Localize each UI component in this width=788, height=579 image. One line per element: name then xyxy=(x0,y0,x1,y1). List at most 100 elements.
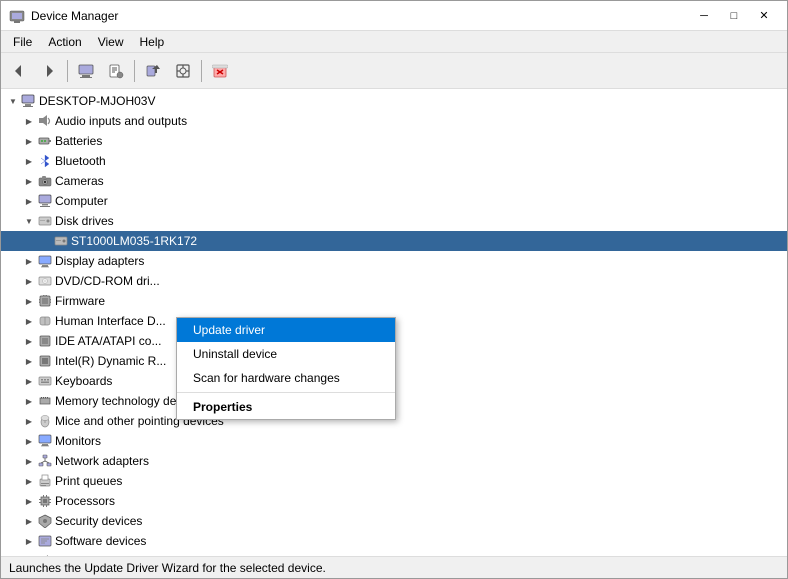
tree-item-network[interactable]: Network adapters xyxy=(1,451,787,471)
print-label: Print queues xyxy=(55,474,122,488)
security-arrow[interactable] xyxy=(21,513,37,529)
toolbar-separator-3 xyxy=(201,60,202,82)
batteries-label: Batteries xyxy=(55,134,102,148)
tree-root[interactable]: DESKTOP-MJOH03V xyxy=(1,91,787,111)
firmware-label: Firmware xyxy=(55,294,105,308)
disk-drives-icon xyxy=(37,213,53,229)
dvd-label: DVD/CD-ROM dri... xyxy=(55,274,160,288)
scan-hardware-toolbar-button[interactable] xyxy=(169,57,197,85)
tree-item-firmware[interactable]: Firmware xyxy=(1,291,787,311)
tree-item-sound[interactable]: Sound, video and game controllers xyxy=(1,551,787,556)
display-arrow[interactable] xyxy=(21,253,37,269)
status-text: Launches the Update Driver Wizard for th… xyxy=(9,561,326,575)
monitors-arrow[interactable] xyxy=(21,433,37,449)
software-arrow[interactable] xyxy=(21,533,37,549)
tree-item-dvd[interactable]: DVD/CD-ROM dri... xyxy=(1,271,787,291)
keyboards-arrow[interactable] xyxy=(21,373,37,389)
monitors-icon xyxy=(37,433,53,449)
sound-icon xyxy=(37,553,53,556)
firmware-arrow[interactable] xyxy=(21,293,37,309)
tree-item-processors[interactable]: Processors xyxy=(1,491,787,511)
ide-icon xyxy=(37,333,53,349)
main-content: DESKTOP-MJOH03V Audio inputs and outputs xyxy=(1,89,787,556)
properties-button[interactable] xyxy=(102,57,130,85)
minimize-button[interactable]: ─ xyxy=(689,6,719,26)
root-expand-arrow[interactable] xyxy=(5,93,21,109)
intel-arrow[interactable] xyxy=(21,353,37,369)
network-arrow[interactable] xyxy=(21,453,37,469)
maximize-button[interactable]: □ xyxy=(719,6,749,26)
ide-label: IDE ATA/ATAPI co... xyxy=(55,334,161,348)
tree-item-bluetooth[interactable]: Bluetooth xyxy=(1,151,787,171)
memory-arrow[interactable] xyxy=(21,393,37,409)
menu-help[interactable]: Help xyxy=(132,33,173,51)
tree-item-cameras[interactable]: Cameras xyxy=(1,171,787,191)
computer-button[interactable] xyxy=(72,57,100,85)
hid-label: Human Interface D... xyxy=(55,314,166,328)
tree-item-monitors[interactable]: Monitors xyxy=(1,431,787,451)
cameras-arrow[interactable] xyxy=(21,173,37,189)
menu-file[interactable]: File xyxy=(5,33,40,51)
print-icon xyxy=(37,473,53,489)
batteries-icon xyxy=(37,133,53,149)
display-icon xyxy=(37,253,53,269)
tree-item-st1000[interactable]: ST1000LM035-1RK172 xyxy=(1,231,787,251)
sound-arrow[interactable] xyxy=(21,553,37,556)
security-label: Security devices xyxy=(55,514,142,528)
tree-item-batteries[interactable]: Batteries xyxy=(1,131,787,151)
disk-drives-arrow[interactable] xyxy=(21,213,37,229)
ctx-update-driver[interactable]: Update driver xyxy=(177,318,395,342)
processors-arrow[interactable] xyxy=(21,493,37,509)
cameras-icon xyxy=(37,173,53,189)
toolbar-separator-2 xyxy=(134,60,135,82)
intel-icon xyxy=(37,353,53,369)
update-driver-toolbar-button[interactable] xyxy=(139,57,167,85)
back-button[interactable] xyxy=(5,57,33,85)
dvd-arrow[interactable] xyxy=(21,273,37,289)
tree-item-display[interactable]: Display adapters xyxy=(1,251,787,271)
toolbar xyxy=(1,53,787,89)
disk-drives-label: Disk drives xyxy=(55,214,114,228)
network-icon xyxy=(37,453,53,469)
ctx-uninstall-device[interactable]: Uninstall device xyxy=(177,342,395,366)
bluetooth-arrow[interactable] xyxy=(21,153,37,169)
processors-label: Processors xyxy=(55,494,115,508)
tree-item-software[interactable]: Software devices xyxy=(1,531,787,551)
tree-view[interactable]: DESKTOP-MJOH03V Audio inputs and outputs xyxy=(1,89,787,556)
tree-item-audio[interactable]: Audio inputs and outputs xyxy=(1,111,787,131)
ctx-scan-label: Scan for hardware changes xyxy=(193,371,340,385)
close-button[interactable]: ✕ xyxy=(749,6,779,26)
st1000-icon xyxy=(53,233,69,249)
security-icon xyxy=(37,513,53,529)
menu-bar: File Action View Help xyxy=(1,31,787,53)
tree-item-security[interactable]: Security devices xyxy=(1,511,787,531)
root-computer-icon xyxy=(21,93,37,109)
tree-item-computer[interactable]: Computer xyxy=(1,191,787,211)
ctx-uninstall-label: Uninstall device xyxy=(193,347,277,361)
batteries-arrow[interactable] xyxy=(21,133,37,149)
title-bar: Device Manager ─ □ ✕ xyxy=(1,1,787,31)
print-arrow[interactable] xyxy=(21,473,37,489)
ide-arrow[interactable] xyxy=(21,333,37,349)
root-label: DESKTOP-MJOH03V xyxy=(39,94,155,108)
processors-icon xyxy=(37,493,53,509)
audio-arrow[interactable] xyxy=(21,113,37,129)
mice-arrow[interactable] xyxy=(21,413,37,429)
toolbar-separator-1 xyxy=(67,60,68,82)
cameras-label: Cameras xyxy=(55,174,104,188)
uninstall-toolbar-button[interactable] xyxy=(206,57,234,85)
computer-arrow[interactable] xyxy=(21,193,37,209)
status-bar: Launches the Update Driver Wizard for th… xyxy=(1,556,787,578)
hid-arrow[interactable] xyxy=(21,313,37,329)
ctx-properties[interactable]: Properties xyxy=(177,395,395,419)
menu-action[interactable]: Action xyxy=(40,33,89,51)
audio-label: Audio inputs and outputs xyxy=(55,114,187,128)
keyboards-icon xyxy=(37,373,53,389)
dvd-icon xyxy=(37,273,53,289)
forward-button[interactable] xyxy=(35,57,63,85)
ctx-scan-hardware[interactable]: Scan for hardware changes xyxy=(177,366,395,390)
tree-item-print[interactable]: Print queues xyxy=(1,471,787,491)
tree-item-disk-drives[interactable]: Disk drives xyxy=(1,211,787,231)
context-menu: Update driver Uninstall device Scan for … xyxy=(176,317,396,420)
menu-view[interactable]: View xyxy=(90,33,132,51)
